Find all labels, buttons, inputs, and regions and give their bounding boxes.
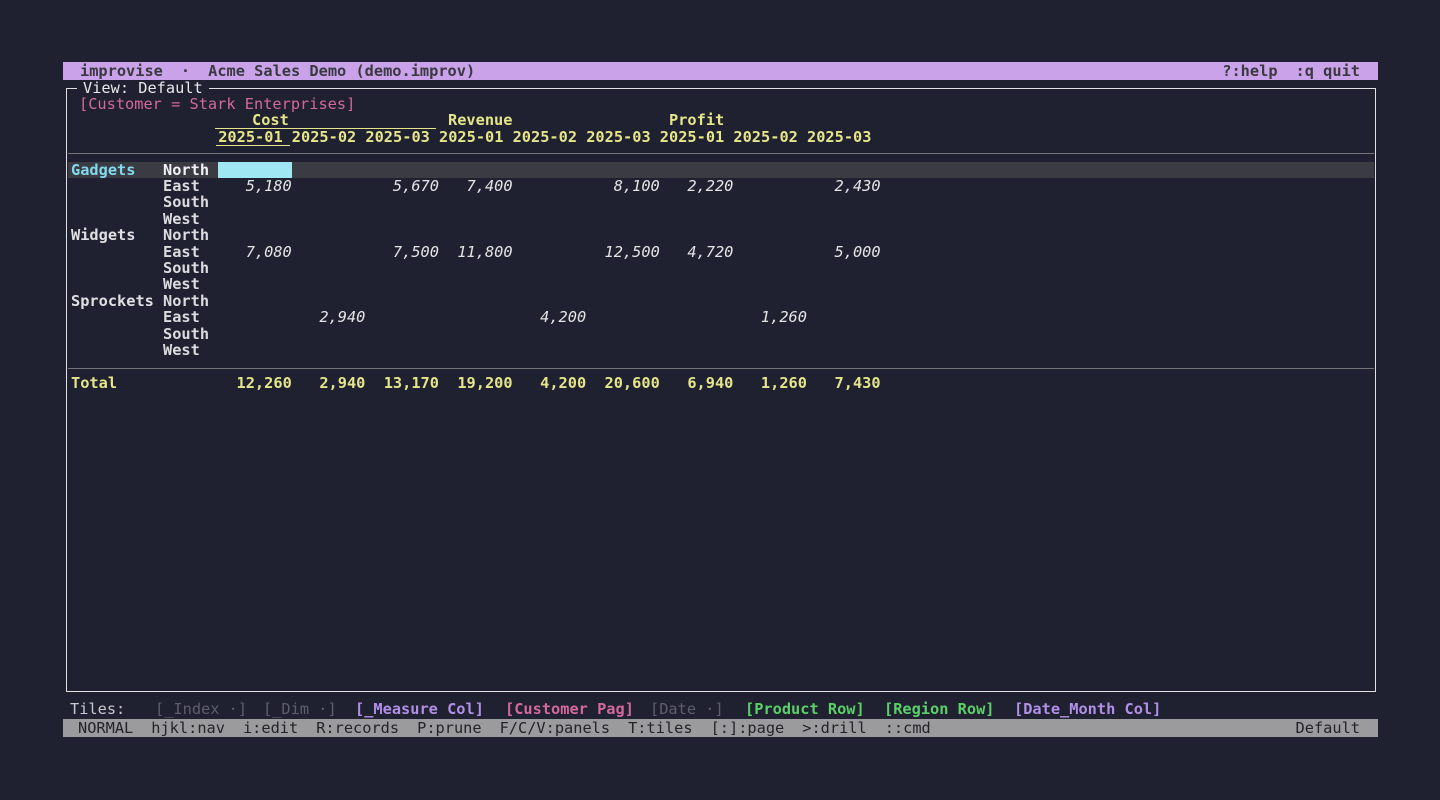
region-label[interactable]: West (163, 276, 200, 292)
region-label[interactable]: South (163, 194, 209, 210)
tile-dim[interactable]: [_Dim ·] (263, 701, 337, 718)
column-header-month[interactable]: 2025-03 (586, 129, 650, 145)
total-separator (68, 368, 1374, 369)
data-cell[interactable]: 5,000 (807, 244, 881, 260)
data-cell[interactable]: 5,180 (218, 178, 292, 194)
status-key-hint: R:records (316, 719, 399, 737)
mode-indicator: NORMAL (78, 719, 133, 737)
total-value: 6,940 (660, 375, 734, 391)
document-title: Acme Sales Demo (demo.improv) (208, 62, 475, 80)
tile-measurecol[interactable]: [_Measure Col] (355, 701, 484, 718)
data-cell[interactable]: 5,670 (365, 178, 439, 194)
region-label[interactable]: East (163, 309, 200, 325)
region-label[interactable]: South (163, 260, 209, 276)
status-key-hint: >:drill (802, 719, 866, 737)
tiles-label: Tiles: (70, 701, 125, 718)
titlebar-right: ?:help :q quit (1204, 62, 1360, 80)
measure-header-profit[interactable]: Profit (669, 112, 724, 128)
data-cell[interactable]: 11,800 (439, 244, 513, 260)
tile-index[interactable]: [_Index ·] (155, 701, 247, 718)
status-key-hint: hjkl:nav (151, 719, 225, 737)
region-label[interactable]: West (163, 211, 200, 227)
header-separator (68, 153, 1374, 154)
region-label[interactable]: South (163, 326, 209, 342)
data-cell[interactable]: 1,260 (733, 309, 807, 325)
titlebar-separator-dot: · (181, 62, 190, 80)
total-value: 19,200 (439, 375, 513, 391)
total-value: 4,200 (513, 375, 587, 391)
total-value: 13,170 (365, 375, 439, 391)
data-cell[interactable]: 7,080 (218, 244, 292, 260)
tile-customerpag[interactable]: [Customer Pag] (505, 701, 634, 718)
column-header-month[interactable]: 2025-02 (513, 129, 577, 145)
status-key-hint: [:]:page (711, 719, 785, 737)
total-value: 20,600 (586, 375, 660, 391)
column-header-month[interactable]: 2025-01 (216, 129, 290, 146)
product-label[interactable]: Gadgets (71, 162, 135, 178)
status-view-name: Default (1296, 719, 1360, 737)
tile-productrow[interactable]: [Product Row] (745, 701, 865, 718)
region-label[interactable]: North (163, 227, 209, 243)
tile-datemonthcol[interactable]: [Date_Month Col] (1014, 701, 1161, 718)
pivot-table: Cost Revenue Profit 2025-012025-022025-0… (67, 89, 1375, 691)
column-header-month[interactable]: 2025-02 (292, 129, 356, 145)
total-value: 7,430 (807, 375, 881, 391)
region-label[interactable]: West (163, 342, 200, 358)
product-label[interactable]: Sprockets (71, 293, 154, 309)
region-label[interactable]: East (163, 244, 200, 260)
quit-key-hint: :q quit (1296, 62, 1360, 80)
total-value: 12,260 (218, 375, 292, 391)
data-cell[interactable]: 4,200 (513, 309, 587, 325)
data-cell[interactable]: 2,940 (292, 309, 366, 325)
status-key-hint: i:edit (243, 719, 298, 737)
app-name: improvise (80, 62, 163, 80)
help-key-hint: ?:help (1222, 62, 1277, 80)
column-header-month[interactable]: 2025-02 (733, 129, 797, 145)
column-header-month[interactable]: 2025-01 (660, 129, 724, 145)
data-cell[interactable]: 2,430 (807, 178, 881, 194)
measure-header-revenue[interactable]: Revenue (448, 112, 512, 128)
status-key-hint: T:tiles (628, 719, 692, 737)
tiles-bar: Tiles: [_Index ·] [_Dim ·] [_Measure Col] [… (0, 701, 1440, 719)
data-cell[interactable]: 7,500 (365, 244, 439, 260)
status-key-hint: F/C/V:panels (500, 719, 611, 737)
data-cell[interactable]: 12,500 (586, 244, 660, 260)
titlebar: improvise·Acme Sales Demo (demo.improv) … (63, 62, 1378, 80)
total-label: Total (71, 375, 117, 391)
total-value: 1,260 (733, 375, 807, 391)
tile-date[interactable]: [Date ·] (650, 701, 724, 718)
data-cell[interactable]: 2,220 (660, 178, 734, 194)
data-cell[interactable]: 4,720 (660, 244, 734, 260)
data-cell[interactable]: 7,400 (439, 178, 513, 194)
column-header-month[interactable]: 2025-01 (439, 129, 503, 145)
column-header-month[interactable]: 2025-03 (807, 129, 871, 145)
region-label[interactable]: North (163, 293, 209, 309)
status-key-hint: ::cmd (885, 719, 931, 737)
column-header-month[interactable]: 2025-03 (365, 129, 429, 145)
status-key-hint: P:prune (417, 719, 481, 737)
product-label[interactable]: Widgets (71, 227, 135, 243)
terminal-screen: improvise·Acme Sales Demo (demo.improv) … (0, 0, 1440, 800)
view-panel: View: Default [Customer = Stark Enterpri… (66, 88, 1376, 692)
total-value: 2,940 (292, 375, 366, 391)
tile-regionrow[interactable]: [Region Row] (884, 701, 995, 718)
data-cell[interactable]: 8,100 (586, 178, 660, 194)
region-label[interactable]: East (163, 178, 200, 194)
selected-cell[interactable] (218, 162, 292, 178)
region-label[interactable]: North (163, 162, 209, 178)
status-bar: NORMAL hjkl:nav i:edit R:records P:prune F/C… (63, 719, 1378, 737)
measure-header-cost[interactable]: Cost (215, 112, 436, 129)
titlebar-left: improvise · Acme Sales Demo (demo.improv) (80, 62, 475, 80)
